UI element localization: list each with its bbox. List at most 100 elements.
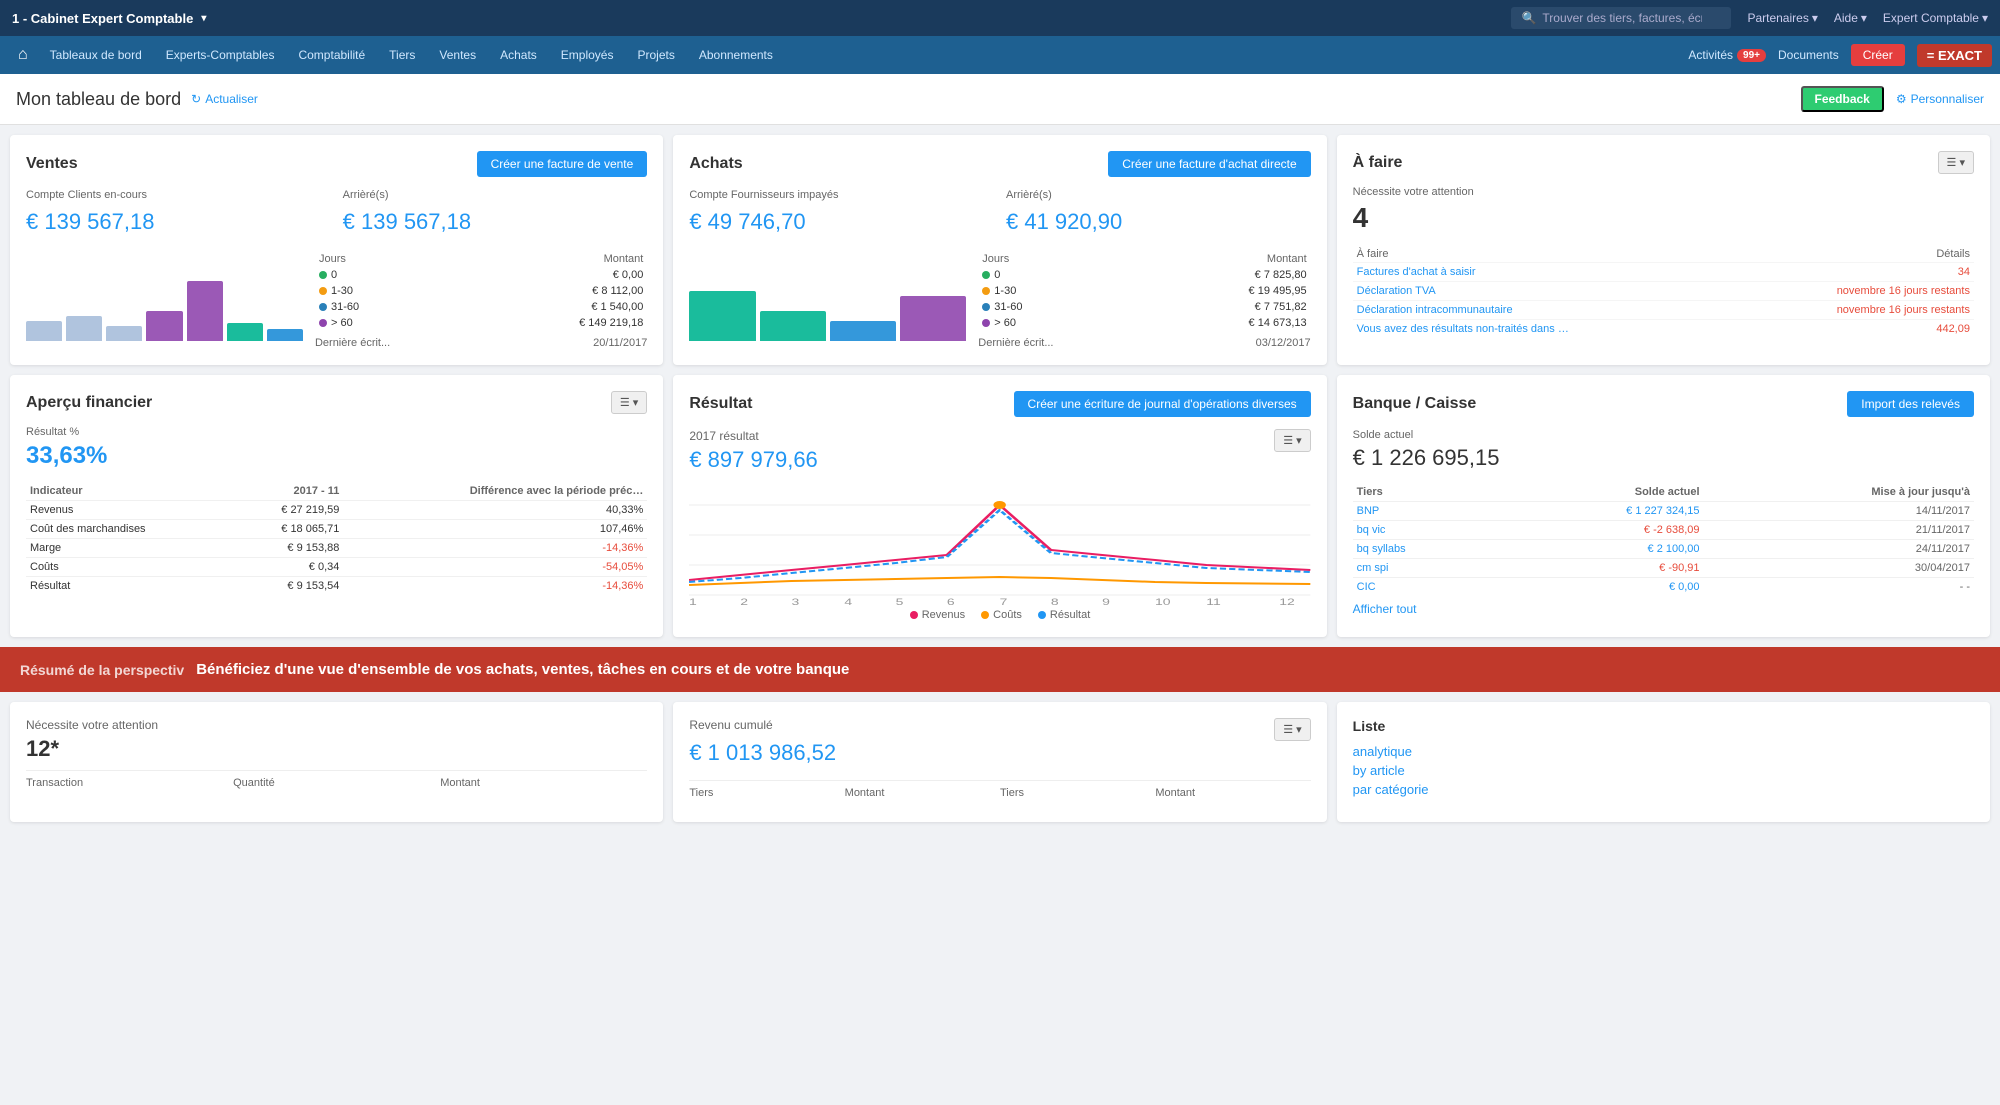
banque-solde-cell: € -90,91: [1497, 559, 1704, 578]
page-title-right: Feedback ⚙ Personnaliser: [1801, 86, 1985, 112]
refresh-button[interactable]: ↻ Actualiser: [191, 92, 258, 106]
revenu-montant-col: Montant: [845, 787, 1000, 799]
afficher-tout-link[interactable]: Afficher tout: [1353, 602, 1417, 616]
documents-link[interactable]: Documents: [1778, 48, 1839, 62]
indicateur-cell: Coûts: [26, 558, 233, 577]
list-item[interactable]: par catégorie: [1353, 782, 1974, 797]
nav-tiers[interactable]: Tiers: [377, 36, 427, 74]
create-sale-button[interactable]: Créer une facture de vente: [477, 151, 648, 177]
nav-employes[interactable]: Employés: [549, 36, 626, 74]
banque-solde-cell: € 0,00: [1497, 578, 1704, 597]
revenu-tiers-col: Tiers: [689, 787, 844, 799]
aging-label: 1-30: [315, 283, 448, 299]
banque-maj-cell: 14/11/2017: [1704, 502, 1974, 521]
refresh-label: Actualiser: [205, 92, 258, 106]
nav-abonnements[interactable]: Abonnements: [687, 36, 785, 74]
val2-cell: -14,36%: [343, 577, 647, 596]
todo-detail: novembre 16 jours restants: [1731, 301, 1974, 320]
nav-achats[interactable]: Achats: [488, 36, 549, 74]
list-item[interactable]: by article: [1353, 763, 1974, 778]
banque-tiers-link[interactable]: cm spi: [1357, 562, 1389, 574]
legend-resultat: Résultat: [1038, 609, 1090, 621]
search-area[interactable]: 🔍: [1511, 7, 1731, 29]
val2-cell: -14,36%: [343, 539, 647, 558]
banque-maj-cell: - -: [1704, 578, 1974, 597]
table-row: bq syllabs€ 2 100,0024/11/2017: [1353, 540, 1974, 559]
create-purchase-button[interactable]: Créer une facture d'achat directe: [1108, 151, 1310, 177]
todo-item-link[interactable]: Déclaration TVA: [1357, 285, 1436, 297]
top-bar: 1 - Cabinet Expert Comptable ▾ 🔍 Partena…: [0, 0, 2000, 36]
revenu-montant2-col: Montant: [1155, 787, 1310, 799]
todo-item-link[interactable]: Vous avez des résultats non-traités dans…: [1357, 323, 1569, 335]
ventes-compte-amount: € 139 567,18: [26, 209, 331, 235]
val1-cell: € 27 219,59: [233, 501, 344, 520]
svg-text:11: 11: [1207, 597, 1222, 605]
achats-arriere-label: Arrièré(s): [1006, 189, 1311, 201]
activities-badge[interactable]: Activités 99+: [1688, 48, 1766, 62]
company-selector[interactable]: 1 - Cabinet Expert Comptable ▾: [12, 11, 206, 26]
todo-item-link[interactable]: Déclaration intracommunautaire: [1357, 304, 1513, 316]
details-col-header: Détails: [1731, 246, 1974, 263]
achats-mini-chart: [689, 261, 966, 349]
nav-projets[interactable]: Projets: [625, 36, 686, 74]
achats-compte-label: Compte Fournisseurs impayés: [689, 189, 994, 201]
creer-button[interactable]: Créer: [1851, 44, 1905, 66]
nav-experts-comptables[interactable]: Experts-Comptables: [154, 36, 287, 74]
revenu-label: Revenu cumulé: [689, 718, 836, 732]
resultat-label: Résultat %: [26, 426, 647, 438]
page-title-left: Mon tableau de bord ↻ Actualiser: [16, 89, 258, 110]
expert-comptable-menu[interactable]: Expert Comptable ▾: [1883, 11, 1988, 25]
indicateur-cell: Coût des marchandises: [26, 520, 233, 539]
indicateur-cell: Marge: [26, 539, 233, 558]
todo-item-link[interactable]: Factures d'achat à saisir: [1357, 266, 1476, 278]
achats-title: Achats: [689, 155, 742, 173]
revenu-menu-button[interactable]: ☰ ▾: [1274, 718, 1310, 741]
quantite-col: Quantité: [233, 777, 440, 789]
aide-menu[interactable]: Aide ▾: [1834, 11, 1867, 25]
nav-ventes[interactable]: Ventes: [427, 36, 488, 74]
resultat-card: Résultat Créer une écriture de journal d…: [673, 375, 1326, 637]
liste-links: analytique by article par catégorie: [1353, 744, 1974, 797]
personaliser-button[interactable]: ⚙ Personnaliser: [1896, 92, 1984, 106]
ventes-derniere-date: 20/11/2017: [593, 337, 647, 349]
table-row: Résultat€ 9 153,54-14,36%: [26, 577, 647, 596]
val2-cell: 40,33%: [343, 501, 647, 520]
ventes-mini-chart: [26, 261, 303, 349]
ventes-chart-area: Jours Montant 0€ 0,001-30€ 8 112,0031-60…: [26, 251, 647, 349]
banque-maj-cell: 21/11/2017: [1704, 521, 1974, 540]
table-row: Coût des marchandises€ 18 065,71107,46%: [26, 520, 647, 539]
aging-montant: € 19 495,95: [1118, 283, 1310, 299]
create-journal-button[interactable]: Créer une écriture de journal d'opératio…: [1014, 391, 1311, 417]
ventes-title: Ventes: [26, 155, 78, 173]
nav-tableaux-bord[interactable]: Tableaux de bord: [38, 36, 154, 74]
diff-header: Différence avec la période préc…: [343, 482, 647, 501]
resultat-menu-button[interactable]: ☰ ▾: [1274, 429, 1310, 452]
montant-col: Montant: [440, 777, 647, 789]
expert-comptable-label: Expert Comptable: [1883, 11, 1979, 25]
banque-tiers-link[interactable]: bq syllabs: [1357, 543, 1406, 555]
apercu-menu-button[interactable]: ☰ ▾: [611, 391, 647, 414]
banque-tiers-link[interactable]: BNP: [1357, 505, 1380, 517]
import-releves-button[interactable]: Import des relevés: [1847, 391, 1974, 417]
apercu-card: Aperçu financier ☰ ▾ Résultat % 33,63% I…: [10, 375, 663, 637]
company-name: 1 - Cabinet Expert Comptable: [12, 11, 193, 26]
feedback-button[interactable]: Feedback: [1801, 86, 1884, 112]
list-item[interactable]: analytique: [1353, 744, 1974, 759]
nav-comptabilite[interactable]: Comptabilité: [286, 36, 377, 74]
bottom-liste-card: Liste analytiqueby articlepar catégorie: [1337, 702, 1990, 822]
table-row: Coûts€ 0,34-54,05%: [26, 558, 647, 577]
sec-nav-right: Activités 99+ Documents Créer = EXACT: [1688, 44, 1992, 67]
home-icon[interactable]: ⌂: [8, 46, 38, 64]
search-input[interactable]: [1542, 11, 1702, 25]
afaire-card: À faire ☰ ▾ Nécessite votre attention 4 …: [1337, 135, 1990, 365]
banque-tiers-link[interactable]: bq vic: [1357, 524, 1386, 536]
banque-tiers-link[interactable]: CIC: [1357, 581, 1376, 593]
resultat-chart: 1 2 3 4 5 6 7 8 9 10 11 12: [689, 485, 1310, 605]
partenaires-menu[interactable]: Partenaires ▾: [1747, 11, 1817, 25]
afficher-tout[interactable]: Afficher tout: [1353, 602, 1974, 616]
achats-chart-area: Jours Montant 0€ 7 825,801-30€ 19 495,95…: [689, 251, 1310, 349]
val1-cell: € 9 153,54: [233, 577, 344, 596]
revenus-label: Revenus: [922, 609, 965, 621]
todo-detail: 34: [1731, 263, 1974, 282]
afaire-menu-button[interactable]: ☰ ▾: [1938, 151, 1974, 174]
